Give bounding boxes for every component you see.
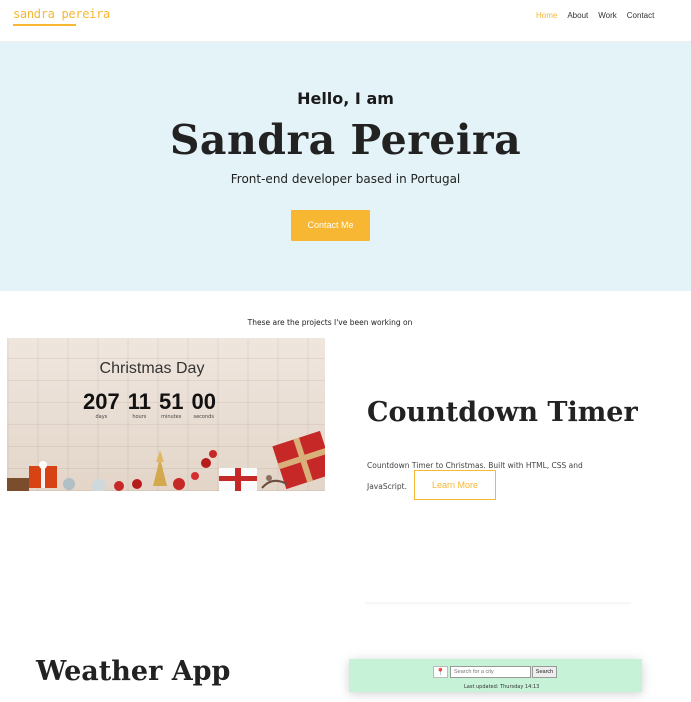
weather-search-button: Search	[532, 666, 557, 678]
location-pin-icon: 📍	[433, 666, 448, 678]
hero-tagline: Front-end developer based in Portugal	[230, 172, 461, 186]
learn-more-button[interactable]: Learn More	[414, 470, 496, 500]
nav-link-about[interactable]: About	[567, 11, 588, 20]
project-title-countdown: Countdown Timer	[367, 397, 638, 428]
nav-link-home[interactable]: Home	[536, 11, 557, 20]
section-divider	[365, 602, 631, 606]
hero-section: Hello, I am Sandra Pereira Front-end dev…	[0, 42, 691, 291]
logo-underline	[13, 24, 76, 26]
projects-intro: These are the projects I've been working…	[247, 318, 413, 327]
navbar: sandra pereira Home About Work Contact	[0, 0, 691, 42]
countdown-preview-image[interactable]: Christmas Day 207 days 11 hours 51 minut…	[7, 338, 325, 491]
logo[interactable]: sandra pereira	[13, 7, 110, 21]
christmas-decorations-illustration	[7, 430, 325, 491]
weather-search-input: Search for a city	[450, 666, 531, 678]
project-title-weather: Weather App	[36, 656, 231, 687]
nav-link-work[interactable]: Work	[598, 11, 617, 20]
nav-links: Home About Work Contact	[536, 11, 654, 20]
nav-link-contact[interactable]: Contact	[627, 11, 655, 20]
hero-greeting: Hello, I am	[297, 89, 394, 108]
weather-app-preview[interactable]: 📍 Search for a city Search Last updated:…	[349, 659, 642, 692]
hero-name: Sandra Pereira	[169, 116, 522, 164]
weather-last-updated: Last updated: Thursday 14:13	[464, 684, 540, 690]
contact-me-button[interactable]: Contact Me	[291, 210, 370, 241]
